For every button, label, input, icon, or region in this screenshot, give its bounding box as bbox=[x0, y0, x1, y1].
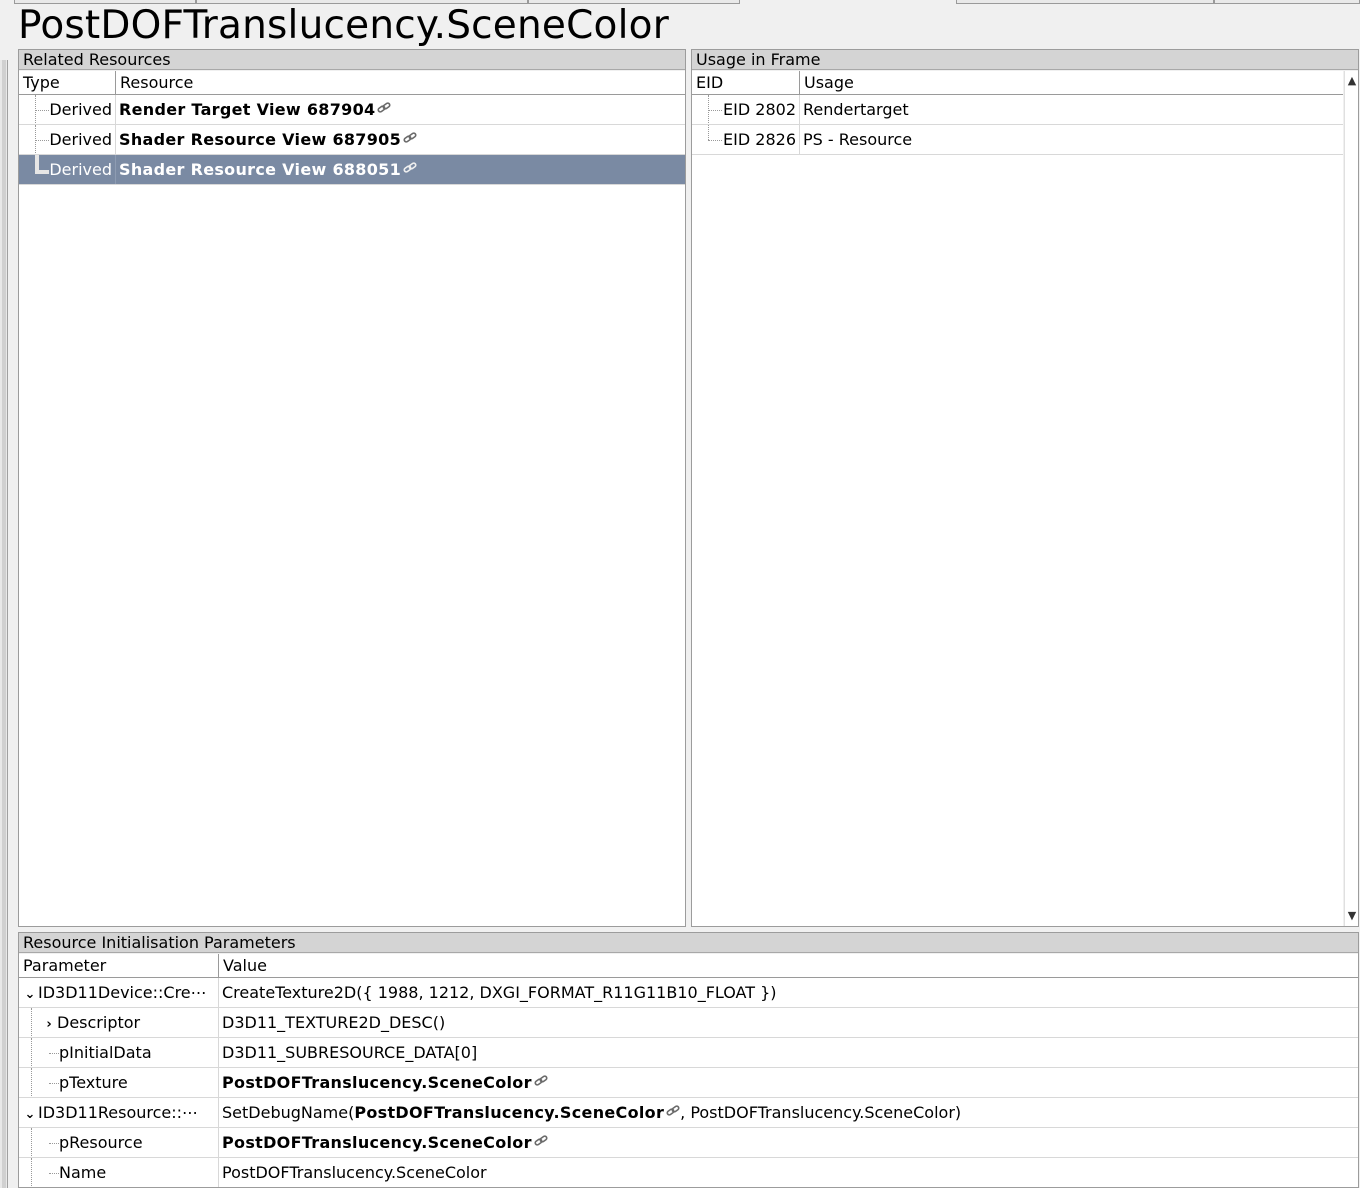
init-params-panel: Resource Initialisation Parameters Param… bbox=[18, 932, 1359, 1188]
resource-cell: Shader Resource View 688051 bbox=[116, 155, 685, 184]
param-cell: pResource bbox=[19, 1128, 219, 1157]
value-prefix: SetDebugName( bbox=[222, 1103, 355, 1122]
chevron-down-icon[interactable]: ⌄ bbox=[22, 980, 38, 1007]
param-label: pInitialData bbox=[59, 1043, 152, 1062]
related-resource-row[interactable]: Derived Shader Resource View 688051 bbox=[19, 155, 685, 185]
resource-link[interactable]: Render Target View 687904 bbox=[119, 100, 375, 119]
column-header-eid[interactable]: EID bbox=[692, 71, 800, 95]
link-icon[interactable] bbox=[377, 102, 392, 114]
value-suffix: , PostDOFTranslucency.SceneColor) bbox=[680, 1103, 962, 1122]
column-header-value[interactable]: Value bbox=[219, 954, 1358, 978]
value-label: CreateTexture2D({ 1988, 1212, DXGI_FORMA… bbox=[222, 983, 777, 1002]
usage-row[interactable]: EID 2802 Rendertarget bbox=[692, 95, 1343, 125]
tab[interactable] bbox=[1214, 0, 1360, 4]
type-label: Derived bbox=[49, 130, 112, 149]
link-icon[interactable] bbox=[534, 1075, 548, 1087]
resource-link[interactable]: Shader Resource View 687905 bbox=[119, 130, 401, 149]
column-header-resource[interactable]: Resource bbox=[116, 71, 685, 95]
eid-cell: EID 2802 bbox=[692, 95, 800, 124]
init-params-header: Resource Initialisation Parameters bbox=[19, 933, 1358, 953]
column-header-type[interactable]: Type bbox=[19, 71, 116, 95]
eid-label: EID 2826 bbox=[723, 130, 796, 149]
table-header: Type Resource bbox=[19, 71, 685, 95]
init-param-row[interactable]: pTexture PostDOFTranslucency.SceneColor bbox=[19, 1068, 1358, 1098]
init-param-row[interactable]: pResource PostDOFTranslucency.SceneColor bbox=[19, 1128, 1358, 1158]
param-label: ID3D11Device::Cre⋯ bbox=[38, 983, 207, 1002]
param-cell: Name bbox=[19, 1158, 219, 1187]
type-cell: Derived bbox=[19, 125, 116, 154]
link-icon[interactable] bbox=[534, 1135, 548, 1147]
init-param-row[interactable]: › Descriptor D3D11_TEXTURE2D_DESC() bbox=[19, 1008, 1358, 1038]
usage-row[interactable]: EID 2826 PS - Resource bbox=[692, 125, 1343, 155]
tab[interactable] bbox=[956, 0, 1214, 4]
usage-table: EID Usage EID 2802 Rendertarget EID 2826 PS… bbox=[692, 71, 1343, 926]
usage-in-frame-panel: Usage in Frame EID Usage EID 2802 Rendert… bbox=[691, 49, 1359, 927]
value-cell: SetDebugName(PostDOFTranslucency.SceneCo… bbox=[219, 1098, 1358, 1127]
left-splitter[interactable] bbox=[0, 60, 8, 1188]
usage-label: Rendertarget bbox=[803, 100, 909, 119]
resource-cell: Render Target View 687904 bbox=[116, 95, 685, 124]
param-label: ID3D11Resource::⋯ bbox=[38, 1103, 199, 1122]
related-resources-table: Type Resource Derived Render Target View … bbox=[19, 71, 685, 926]
usage-cell: Rendertarget bbox=[800, 95, 1343, 124]
related-resources-header: Related Resources bbox=[19, 50, 685, 70]
param-cell: › Descriptor bbox=[19, 1008, 219, 1037]
column-header-usage[interactable]: Usage bbox=[800, 71, 1343, 95]
param-label: pResource bbox=[59, 1133, 143, 1152]
type-cell: Derived bbox=[19, 155, 116, 184]
init-param-row[interactable]: pInitialData D3D11_SUBRESOURCE_DATA[0] bbox=[19, 1038, 1358, 1068]
resource-link[interactable]: Shader Resource View 688051 bbox=[119, 160, 401, 179]
chevron-down-icon[interactable]: ⌄ bbox=[22, 1100, 38, 1127]
param-cell: pTexture bbox=[19, 1068, 219, 1097]
column-header-parameter[interactable]: Parameter bbox=[19, 954, 219, 978]
type-label: Derived bbox=[49, 100, 112, 119]
resource-title: PostDOFTranslucency.SceneColor bbox=[18, 3, 669, 48]
eid-label: EID 2802 bbox=[723, 100, 796, 119]
scroll-up-icon[interactable]: ▲ bbox=[1345, 73, 1359, 89]
param-cell: ⌄ ID3D11Device::Cre⋯ bbox=[19, 978, 219, 1007]
link-icon[interactable] bbox=[666, 1105, 680, 1117]
value-cell: D3D11_TEXTURE2D_DESC() bbox=[219, 1008, 1358, 1037]
table-header: EID Usage bbox=[692, 71, 1343, 95]
resource-inspector: PostDOFTranslucency.SceneColor Related R… bbox=[0, 0, 1360, 1188]
param-cell: pInitialData bbox=[19, 1038, 219, 1067]
value-cell: PostDOFTranslucency.SceneColor bbox=[219, 1128, 1358, 1157]
init-params-table: Parameter Value ⌄ ID3D11Device::Cre⋯ Creat… bbox=[19, 954, 1358, 1187]
value-label: D3D11_TEXTURE2D_DESC() bbox=[222, 1013, 446, 1032]
chevron-right-icon[interactable]: › bbox=[41, 1010, 57, 1037]
value-label: PostDOFTranslucency.SceneColor bbox=[222, 1163, 487, 1182]
param-label: pTexture bbox=[59, 1073, 128, 1092]
value-cell: PostDOFTranslucency.SceneColor bbox=[219, 1158, 1358, 1187]
param-label: Descriptor bbox=[57, 1013, 141, 1032]
usage-in-frame-header: Usage in Frame bbox=[692, 50, 1358, 70]
related-resources-panel: Related Resources Type Resource Derived R… bbox=[18, 49, 686, 927]
value-link[interactable]: PostDOFTranslucency.SceneColor bbox=[222, 1133, 532, 1152]
init-param-row[interactable]: ⌄ ID3D11Device::Cre⋯ CreateTexture2D({ 198… bbox=[19, 978, 1358, 1008]
value-link[interactable]: PostDOFTranslucency.SceneColor bbox=[222, 1073, 532, 1092]
eid-cell: EID 2826 bbox=[692, 125, 800, 154]
type-label: Derived bbox=[49, 160, 112, 179]
link-icon[interactable] bbox=[403, 132, 417, 144]
value-cell: D3D11_SUBRESOURCE_DATA[0] bbox=[219, 1038, 1358, 1067]
param-label: Name bbox=[59, 1163, 107, 1182]
resource-cell: Shader Resource View 687905 bbox=[116, 125, 685, 154]
value-label: D3D11_SUBRESOURCE_DATA[0] bbox=[222, 1043, 478, 1062]
init-param-row[interactable]: Name PostDOFTranslucency.SceneColor bbox=[19, 1158, 1358, 1187]
type-cell: Derived bbox=[19, 95, 116, 124]
value-link[interactable]: PostDOFTranslucency.SceneColor bbox=[354, 1103, 664, 1122]
value-cell: CreateTexture2D({ 1988, 1212, DXGI_FORMA… bbox=[219, 978, 1358, 1007]
link-icon[interactable] bbox=[403, 162, 417, 174]
table-header: Parameter Value bbox=[19, 954, 1358, 978]
usage-scrollbar[interactable]: ▲ ▼ bbox=[1344, 71, 1358, 926]
related-resource-row[interactable]: Derived Shader Resource View 687905 bbox=[19, 125, 685, 155]
param-cell: ⌄ ID3D11Resource::⋯ bbox=[19, 1098, 219, 1127]
init-param-row[interactable]: ⌄ ID3D11Resource::⋯ SetDebugName(PostDOFTr… bbox=[19, 1098, 1358, 1128]
usage-cell: PS - Resource bbox=[800, 125, 1343, 154]
related-resource-row[interactable]: Derived Render Target View 687904 bbox=[19, 95, 685, 125]
scroll-down-icon[interactable]: ▼ bbox=[1345, 908, 1359, 924]
usage-label: PS - Resource bbox=[803, 130, 913, 149]
value-cell: PostDOFTranslucency.SceneColor bbox=[219, 1068, 1358, 1097]
